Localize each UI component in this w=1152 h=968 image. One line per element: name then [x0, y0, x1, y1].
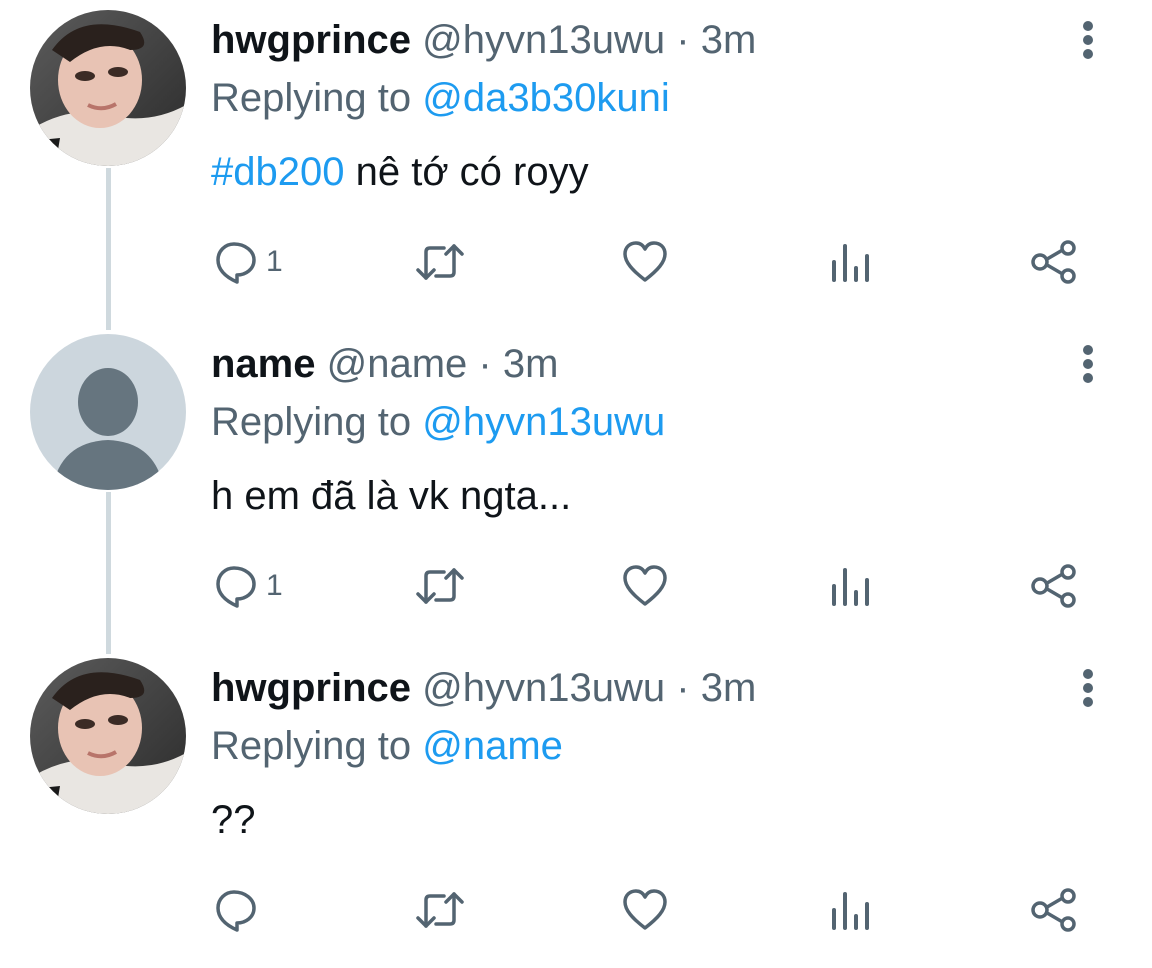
views-button[interactable]: [828, 884, 872, 936]
tweet[interactable]: hwgprince @hyvn13uwu · 3m Replying to @n…: [0, 648, 1152, 968]
tweet-text: #db200 nê tớ có royy: [211, 148, 589, 196]
photo-avatar-image: [30, 10, 186, 166]
tweet-header: hwgprince @hyvn13uwu · 3m: [211, 664, 756, 712]
heart-icon: [623, 565, 667, 606]
share-button[interactable]: [1030, 884, 1078, 936]
analytics-icon: [832, 568, 869, 606]
replying-to: Replying to @name: [211, 722, 563, 770]
timestamp[interactable]: 3m: [701, 18, 757, 62]
photo-avatar-image: [30, 658, 186, 814]
analytics-icon: [832, 892, 869, 930]
replying-mention-link[interactable]: @hyvn13uwu: [422, 400, 665, 444]
display-name[interactable]: name: [211, 342, 316, 386]
user-handle[interactable]: @hyvn13uwu: [422, 666, 665, 710]
heart-icon: [623, 241, 667, 282]
views-button[interactable]: [828, 236, 872, 288]
action-bar: 1: [0, 560, 1152, 612]
share-button[interactable]: [1030, 236, 1078, 288]
more-vertical-icon[interactable]: [1070, 16, 1106, 64]
reply-icon: [216, 242, 256, 284]
tweet-text: ??: [211, 798, 256, 842]
retweet-button[interactable]: [414, 236, 466, 288]
replying-prefix: Replying to: [211, 724, 412, 768]
replying-mention-link[interactable]: @da3b30kuni: [422, 76, 669, 120]
tweet-header: hwgprince @hyvn13uwu · 3m: [211, 16, 756, 64]
tweet-text: h em đã là vk ngta...: [211, 474, 572, 518]
tweet[interactable]: hwgprince @hyvn13uwu · 3m Replying to @d…: [0, 0, 1152, 320]
retweet-icon: [416, 244, 464, 280]
tweet[interactable]: name @name · 3m Replying to @hyvn13uwu h…: [0, 324, 1152, 644]
display-name[interactable]: hwgprince: [211, 18, 411, 62]
user-handle[interactable]: @hyvn13uwu: [422, 18, 665, 62]
more-vertical-icon[interactable]: [1070, 340, 1106, 388]
heart-icon: [623, 889, 667, 930]
share-icon: [1031, 240, 1076, 284]
hashtag-link[interactable]: #db200: [211, 150, 344, 194]
retweet-icon: [416, 892, 464, 928]
display-name[interactable]: hwgprince: [211, 666, 411, 710]
retweet-button[interactable]: [414, 884, 466, 936]
timestamp[interactable]: 3m: [701, 666, 757, 710]
like-button[interactable]: [622, 560, 668, 612]
separator-dot: ·: [676, 18, 690, 62]
views-button[interactable]: [828, 560, 872, 612]
reply-button[interactable]: 1: [214, 560, 283, 612]
reply-icon: [216, 890, 256, 932]
reply-icon: [216, 566, 256, 608]
retweet-button[interactable]: [414, 560, 466, 612]
replying-prefix: Replying to: [211, 76, 412, 120]
replying-mention-link[interactable]: @name: [422, 724, 563, 768]
default-avatar-image: [30, 334, 186, 490]
like-button[interactable]: [622, 884, 668, 936]
reply-count: 1: [266, 569, 283, 602]
tweet-text-content: nê tớ có royy: [344, 150, 589, 194]
retweet-icon: [416, 568, 464, 604]
share-icon: [1031, 888, 1076, 932]
user-handle[interactable]: @name: [327, 342, 468, 386]
share-icon: [1031, 564, 1076, 608]
action-bar: [0, 884, 1152, 936]
share-button[interactable]: [1030, 560, 1078, 612]
more-vertical-icon[interactable]: [1070, 664, 1106, 712]
replying-prefix: Replying to: [211, 400, 412, 444]
action-bar: 1: [0, 236, 1152, 288]
separator-dot: ·: [478, 342, 492, 386]
tweet-header: name @name · 3m: [211, 340, 558, 388]
reply-button[interactable]: [214, 884, 266, 936]
user-avatar[interactable]: [30, 334, 186, 490]
timestamp[interactable]: 3m: [503, 342, 559, 386]
replying-to: Replying to @hyvn13uwu: [211, 398, 665, 446]
reply-count: 1: [266, 245, 283, 278]
user-avatar[interactable]: [30, 658, 186, 814]
separator-dot: ·: [676, 666, 690, 710]
user-avatar[interactable]: [30, 10, 186, 166]
like-button[interactable]: [622, 236, 668, 288]
replying-to: Replying to @da3b30kuni: [211, 74, 670, 122]
reply-button[interactable]: 1: [214, 236, 283, 288]
analytics-icon: [832, 244, 869, 282]
